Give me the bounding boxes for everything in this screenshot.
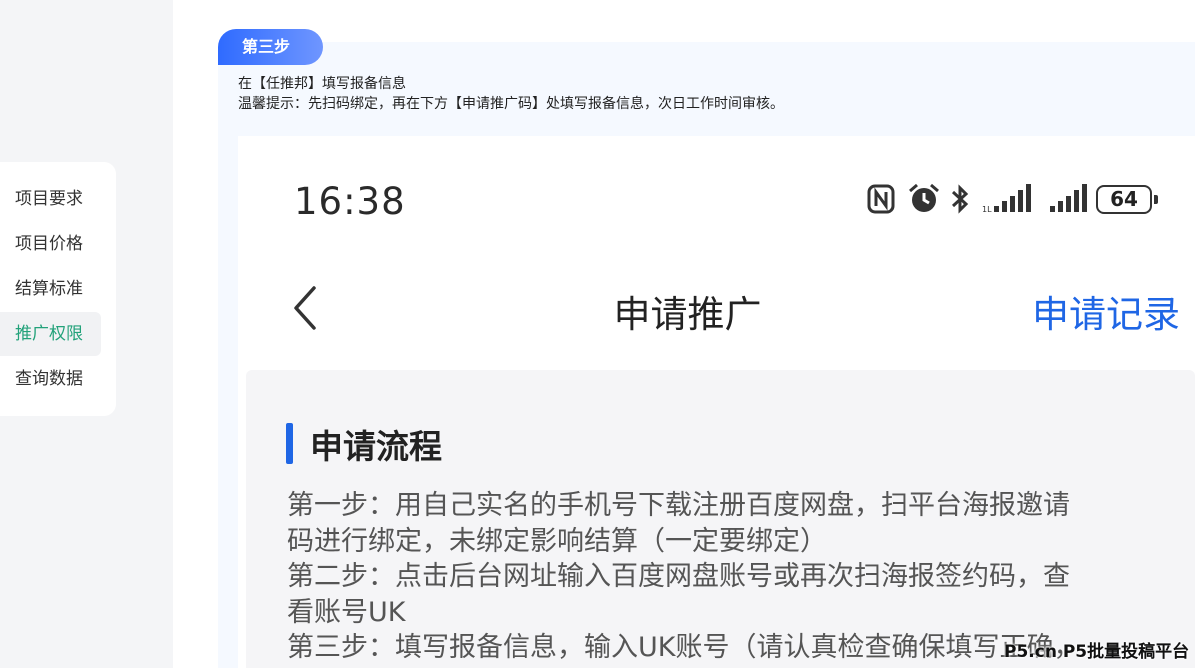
step-instruction: 在【任推邦】填写报备信息: [238, 76, 406, 92]
signal-icon: 1L: [982, 184, 1031, 214]
page-title-text: 申请推广: [613, 293, 762, 336]
process-line: 第一步：用自己实名的手机号下载注册百度网盘，扫平台海报邀请: [287, 490, 1070, 521]
signal-icon: [1050, 184, 1087, 212]
process-line: 第二步：点击后台网址输入百度网盘账号或再次扫海报签约码，查: [287, 561, 1070, 592]
sidebar-item-promotion-permission[interactable]: 推广权限: [0, 312, 101, 356]
phone-screenshot: 16:38 1L 64 申请推广 申请记录 申请流程 第一步：用自己实名的手机号…: [238, 136, 1195, 668]
step-tip: 温馨提示：先扫码绑定，再在下方【申请推广码】处填写报备信息，次日工作时间审核。: [238, 96, 784, 112]
process-line: 看账号UK: [287, 596, 406, 628]
section-accent-bar: [286, 423, 293, 464]
alarm-icon: [909, 183, 939, 212]
watermark: P5.cn P5批量投稿平台: [1004, 642, 1190, 662]
status-bar-icons: 1L 64: [866, 182, 1158, 216]
process-line: 码进行绑定，未绑定影响结算（一定要绑定）: [287, 525, 827, 557]
svg-text:1L: 1L: [982, 205, 992, 214]
status-time: 16:38: [294, 180, 406, 223]
battery-indicator: 64: [1096, 184, 1158, 214]
sidebar-item-query-data[interactable]: 查询数据: [0, 357, 101, 401]
sidebar-item-settlement-standard[interactable]: 结算标准: [0, 267, 101, 311]
nfc-icon: [867, 184, 895, 214]
section-title: 申请流程: [310, 427, 442, 466]
process-panel: 申请流程 第一步：用自己实名的手机号下载注册百度网盘，扫平台海报邀请 码进行绑定…: [246, 370, 1195, 668]
sidebar-nav: 项目要求 项目价格 结算标准 推广权限 查询数据: [0, 162, 116, 416]
step-badge: 第三步: [218, 29, 323, 65]
apply-records-link[interactable]: 申请记录: [1032, 284, 1180, 338]
sidebar-item-project-price[interactable]: 项目价格: [0, 222, 101, 266]
bluetooth-icon: [951, 184, 969, 214]
sidebar-item-project-requirements[interactable]: 项目要求: [0, 177, 101, 221]
